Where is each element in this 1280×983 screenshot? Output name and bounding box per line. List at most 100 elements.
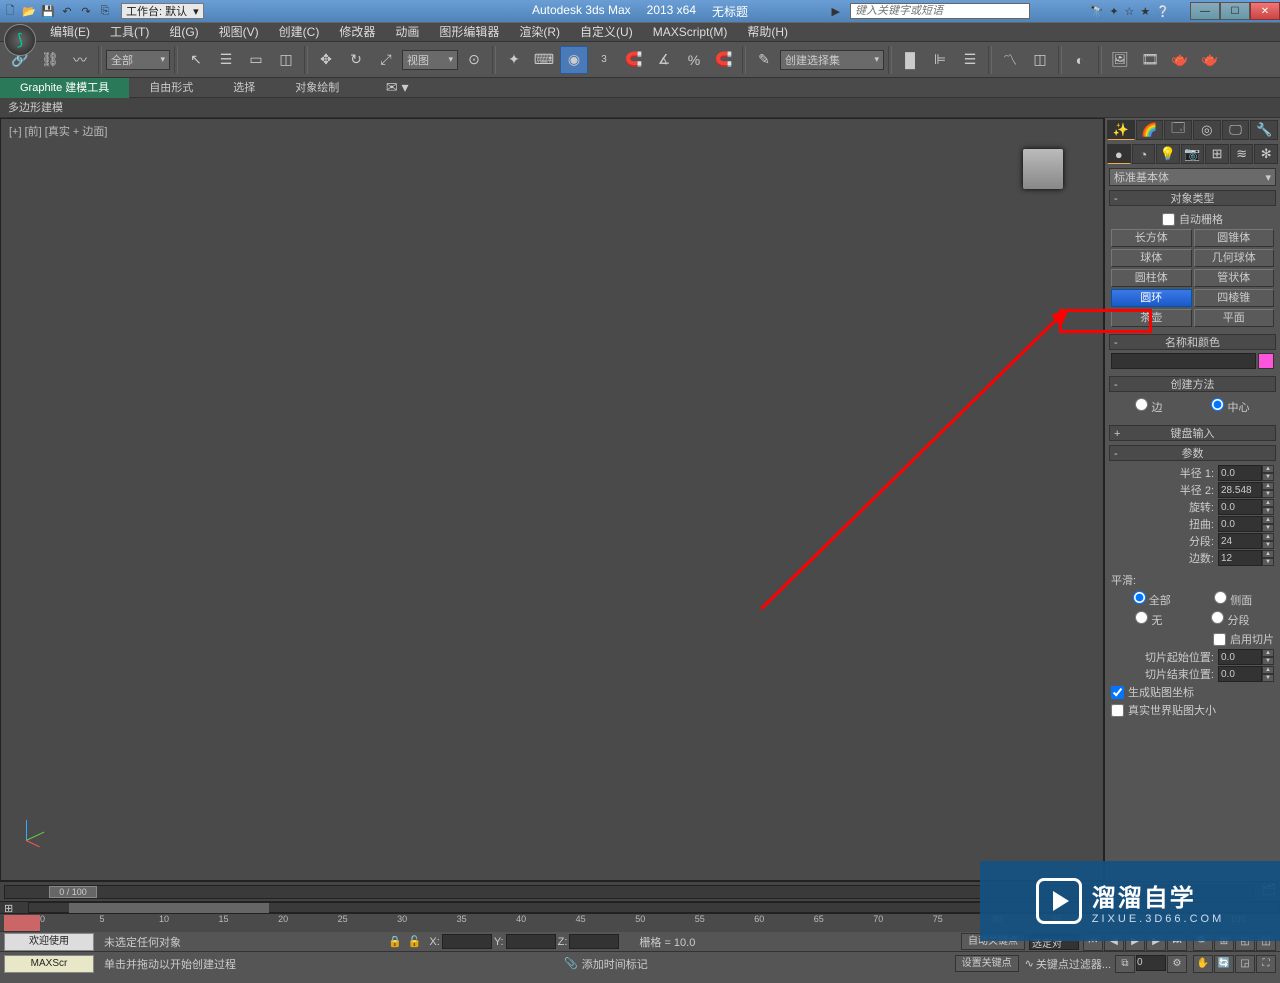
param-input[interactable] xyxy=(1218,550,1262,566)
menu-edit[interactable]: 编辑(E) xyxy=(40,22,100,42)
ribbon-panel-label[interactable]: 多边形建模 xyxy=(0,98,1280,118)
select-rect-icon[interactable]: ▭ xyxy=(242,46,270,74)
key-mode-toggle-icon[interactable]: ⧉ xyxy=(1115,955,1135,973)
spinner-up-icon[interactable]: ▲ xyxy=(1262,482,1274,490)
create-平面-button[interactable]: 平面 xyxy=(1194,309,1275,327)
orbit-icon[interactable]: 🔄 xyxy=(1214,955,1234,973)
fov-icon[interactable]: ◲ xyxy=(1235,955,1255,973)
scale-icon[interactable]: ⤢ xyxy=(372,46,400,74)
current-frame-input[interactable] xyxy=(1136,955,1166,971)
autogrid-checkbox[interactable] xyxy=(1162,213,1175,226)
spinner-up-icon[interactable]: ▲ xyxy=(1262,465,1274,473)
coord-x-input[interactable] xyxy=(442,934,492,949)
object-color-swatch[interactable] xyxy=(1258,353,1274,369)
menu-maxscript[interactable]: MAXScript(M) xyxy=(643,22,738,42)
select-icon[interactable]: ↖ xyxy=(182,46,210,74)
key-filters-button[interactable]: 关键点过滤器... xyxy=(1036,956,1111,972)
menu-graph-editors[interactable]: 图形编辑器 xyxy=(429,22,509,42)
param-input[interactable] xyxy=(1218,465,1262,481)
rollout-header-creation-method[interactable]: 创建方法 xyxy=(1109,376,1276,392)
radio-edge[interactable] xyxy=(1135,398,1148,411)
curve-editor-icon[interactable]: 〽 xyxy=(996,46,1024,74)
tab-motion-icon[interactable]: ◎ xyxy=(1193,120,1221,140)
rollout-header-keyboard-entry[interactable]: 键盘输入 xyxy=(1109,425,1276,441)
maximize-button[interactable]: ☐ xyxy=(1220,2,1250,20)
menu-create[interactable]: 创建(C) xyxy=(269,22,330,42)
geometry-subcategory[interactable]: 标准基本体 xyxy=(1109,168,1276,186)
info-icon[interactable]: ▶ xyxy=(832,5,840,18)
viewport-label[interactable]: [+] [前] [真实 + 边面] xyxy=(9,123,107,139)
create-长方体-button[interactable]: 长方体 xyxy=(1111,229,1192,247)
spinner-down-icon[interactable]: ▼ xyxy=(1262,524,1274,532)
menu-views[interactable]: 视图(V) xyxy=(209,22,269,42)
redo-icon[interactable]: ↷ xyxy=(78,3,94,19)
spinner-down-icon[interactable]: ▼ xyxy=(1262,558,1274,566)
object-name-input[interactable] xyxy=(1111,353,1256,369)
render-icon[interactable]: 🫖 xyxy=(1166,46,1194,74)
add-time-tag-label[interactable]: 添加时间标记 xyxy=(582,956,648,972)
tab-modify-icon[interactable]: 🌈 xyxy=(1136,120,1164,140)
ribbon-tab-objectpaint[interactable]: 对象绘制 xyxy=(275,78,359,98)
max-viewport-icon[interactable]: ⛶ xyxy=(1256,955,1276,973)
create-球体-button[interactable]: 球体 xyxy=(1111,249,1192,267)
rollout-header-object-type[interactable]: 对象类型 xyxy=(1109,190,1276,206)
undo-icon[interactable]: ↶ xyxy=(59,3,75,19)
manipulate-icon[interactable]: ✦ xyxy=(500,46,528,74)
tab-create-icon[interactable]: ✨ xyxy=(1107,120,1135,140)
keyboard-shortcut-icon[interactable]: ⌨ xyxy=(530,46,558,74)
snap-percent-icon[interactable]: % xyxy=(680,46,708,74)
radio-center[interactable] xyxy=(1211,398,1224,411)
rollout-header-name-color[interactable]: 名称和颜色 xyxy=(1109,334,1276,350)
open-icon[interactable]: 📂 xyxy=(21,3,37,19)
create-管状体-button[interactable]: 管状体 xyxy=(1194,269,1275,287)
spinner-up-icon[interactable]: ▲ xyxy=(1262,550,1274,558)
ribbon-tab-graphite[interactable]: Graphite 建模工具 xyxy=(0,78,129,98)
layers-icon[interactable]: ☰ xyxy=(956,46,984,74)
set-key-button[interactable]: 设置关键点 xyxy=(955,955,1019,972)
material-editor-icon[interactable]: ◐ xyxy=(1066,46,1094,74)
snap-misc-icon[interactable]: 🧲 xyxy=(710,46,738,74)
ribbon-expand-icon[interactable]: ✉ ▾ xyxy=(383,74,411,102)
gen-uv-checkbox[interactable] xyxy=(1111,686,1124,699)
spinner-down-icon[interactable]: ▼ xyxy=(1262,541,1274,549)
slice-input[interactable] xyxy=(1218,649,1262,665)
edit-named-sel-icon[interactable]: ✎ xyxy=(750,46,778,74)
param-input[interactable] xyxy=(1218,533,1262,549)
spinner-up-icon[interactable]: ▲ xyxy=(1262,499,1274,507)
ref-coord-system[interactable]: 视图 xyxy=(402,50,458,70)
spinner-down-icon[interactable]: ▼ xyxy=(1262,490,1274,498)
lock-selection-icon[interactable]: 🔓 xyxy=(408,935,422,948)
viewcube[interactable] xyxy=(1023,149,1063,189)
trackbar-key-icon[interactable] xyxy=(4,915,40,931)
cat-spacewarps-icon[interactable]: ≋ xyxy=(1230,144,1254,164)
param-input[interactable] xyxy=(1218,482,1262,498)
link-icon[interactable]: ⎘ xyxy=(97,3,113,19)
menu-animation[interactable]: 动画 xyxy=(385,22,429,42)
named-selection-set[interactable]: 创建选择集 xyxy=(780,50,884,70)
pan-icon[interactable]: ✋ xyxy=(1193,955,1213,973)
cat-systems-icon[interactable]: ✻ xyxy=(1254,144,1278,164)
cat-lights-icon[interactable]: 💡 xyxy=(1156,144,1180,164)
spinner-snap-icon[interactable]: ∡ xyxy=(650,46,678,74)
add-time-tag-icon[interactable]: 📎 xyxy=(564,957,578,970)
workspace-selector[interactable]: 工作台: 默认 ▾ xyxy=(121,3,204,19)
smooth-none-radio[interactable] xyxy=(1135,611,1148,624)
smooth-sides-radio[interactable] xyxy=(1214,591,1227,604)
cat-shapes-icon[interactable]: ◔ xyxy=(1132,144,1156,164)
bind-spacewarp-icon[interactable]: 〰 xyxy=(66,46,94,74)
cat-geometry-icon[interactable]: ● xyxy=(1107,144,1131,164)
selection-filter[interactable]: 全部 xyxy=(106,50,170,70)
coord-z-input[interactable] xyxy=(569,934,619,949)
create-几何球体-button[interactable]: 几何球体 xyxy=(1194,249,1275,267)
spinner-up-icon[interactable]: ▲ xyxy=(1262,533,1274,541)
application-menu-button[interactable]: ⟆ xyxy=(4,24,36,56)
smooth-all-radio[interactable] xyxy=(1133,591,1146,604)
save-icon[interactable]: 💾 xyxy=(40,3,56,19)
close-button[interactable]: ✕ xyxy=(1250,2,1280,20)
window-crossing-icon[interactable]: ◫ xyxy=(272,46,300,74)
tab-display-icon[interactable]: 🖵 xyxy=(1222,120,1250,140)
move-icon[interactable]: ✥ xyxy=(312,46,340,74)
time-slider-handle[interactable]: 0 / 100 xyxy=(49,886,97,898)
favorite-icon[interactable]: ★ xyxy=(1140,5,1150,18)
param-input[interactable] xyxy=(1218,499,1262,515)
